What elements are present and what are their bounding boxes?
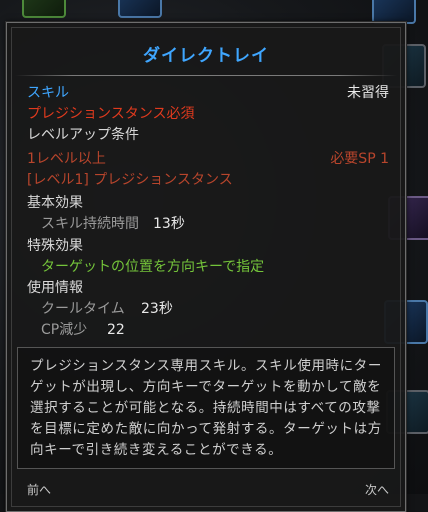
skill-type-label: スキル — [27, 85, 69, 101]
skill-slot-icon[interactable] — [22, 0, 66, 18]
duration-label: スキル持続時間 — [41, 216, 139, 232]
levelup-heading: レベルアップ条件 — [27, 127, 139, 143]
skill-description: プレジションスタンス専用スキル。スキル使用時にターゲットが出現し、方向キーでター… — [30, 358, 382, 458]
cooldown-value: 23秒 — [141, 301, 173, 317]
sp-requirement: 必要SP 1 — [330, 151, 389, 167]
cp-label: CP減少 — [41, 322, 88, 338]
next-button[interactable]: 次へ — [365, 481, 389, 498]
prev-button[interactable]: 前へ — [27, 481, 51, 498]
cp-value: 22 — [107, 322, 125, 338]
special-effect-heading: 特殊効果 — [27, 238, 83, 254]
skill-slot-icon[interactable] — [118, 0, 162, 18]
learn-status: 未習得 — [347, 85, 389, 101]
skill-tooltip: ダイレクトレイ スキル 未習得 プレジションスタンス必須 レベルアップ条件 1レ… — [6, 22, 406, 512]
description-box: プレジションスタンス専用スキル。スキル使用時にターゲットが出現し、方向キーでター… — [17, 347, 395, 469]
skill-slot-icon[interactable] — [372, 0, 416, 24]
skill-requirement: [レベル1] プレジションスタンス — [27, 172, 233, 188]
duration-value: 13秒 — [153, 216, 185, 232]
title-divider — [15, 75, 397, 76]
prerequisite-skill: プレジションスタンス必須 — [27, 106, 195, 122]
cooldown-label: クールタイム — [41, 301, 125, 317]
skill-title: ダイレクトレイ — [143, 46, 269, 66]
usage-heading: 使用情報 — [27, 280, 83, 296]
basic-effect-heading: 基本効果 — [27, 195, 83, 211]
level-requirement: 1レベル以上 — [27, 151, 106, 167]
special-effect-text: ターゲットの位置を方向キーで指定 — [41, 259, 265, 275]
